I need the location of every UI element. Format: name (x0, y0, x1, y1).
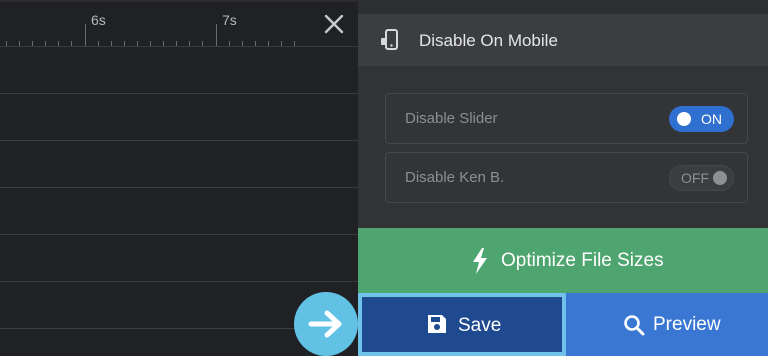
ruler-tick (58, 41, 59, 46)
disable-slider-toggle[interactable]: ON (669, 106, 734, 132)
track-divider (0, 93, 358, 94)
toggle-knob (677, 112, 691, 126)
time-ruler[interactable]: 6s 7s (0, 0, 358, 47)
ruler-tick (255, 41, 256, 46)
option-label: Disable Ken B. (405, 169, 505, 186)
ruler-tick (6, 41, 7, 46)
ruler-tick (71, 41, 72, 46)
track-divider (0, 234, 358, 235)
ruler-tick (163, 41, 164, 46)
close-icon[interactable] (322, 12, 346, 36)
option-disable-ken-burns: Disable Ken B. OFF (385, 152, 748, 203)
settings-panel: Disable On Mobile Disable Slider ON Disa… (358, 0, 768, 356)
ruler-tick (111, 41, 112, 46)
ruler-tick (19, 41, 20, 46)
ruler-tick (268, 41, 269, 46)
toggle-state: ON (701, 111, 722, 127)
optimize-file-sizes-button[interactable]: Optimize File Sizes (358, 228, 768, 293)
ruler-tick (229, 41, 230, 46)
save-button[interactable]: Save (358, 293, 566, 356)
track-divider (0, 281, 358, 282)
mobile-disable-icon (380, 29, 400, 51)
ruler-tick (124, 41, 125, 46)
option-disable-slider: Disable Slider ON (385, 93, 748, 144)
ruler-tick (176, 41, 177, 46)
panel-title: Disable On Mobile (419, 31, 558, 50)
lightning-icon (472, 248, 488, 274)
ruler-label-6s: 6s (91, 12, 106, 28)
panel-top-strip (358, 0, 768, 14)
search-icon (623, 314, 645, 336)
pointer-bubble (294, 292, 358, 356)
ruler-major-tick (216, 24, 217, 46)
ruler-tick (137, 41, 138, 46)
ruler-tick (242, 41, 243, 46)
arrow-right-icon (308, 310, 342, 338)
option-label: Disable Slider (405, 110, 498, 127)
preview-label: Preview (653, 314, 721, 335)
track-divider (0, 187, 358, 188)
floppy-disk-icon (427, 314, 447, 334)
toggle-knob (713, 171, 727, 185)
ruler-tick (189, 41, 190, 46)
ruler-tick (202, 41, 203, 46)
preview-button[interactable]: Preview (566, 293, 768, 356)
ruler-tick (98, 41, 99, 46)
disable-ken-burns-toggle[interactable]: OFF (669, 165, 734, 191)
panel-header: Disable On Mobile (358, 14, 768, 66)
ruler-tick (150, 41, 151, 46)
toggle-state: OFF (681, 170, 709, 186)
ruler-tick (45, 41, 46, 46)
track-divider (0, 140, 358, 141)
optimize-label: Optimize File Sizes (501, 250, 664, 271)
ruler-tick (294, 41, 295, 46)
ruler-tick (32, 41, 33, 46)
ruler-tick (281, 41, 282, 46)
ruler-major-tick (85, 24, 86, 46)
save-label: Save (458, 315, 502, 336)
ruler-label-7s: 7s (222, 12, 237, 28)
